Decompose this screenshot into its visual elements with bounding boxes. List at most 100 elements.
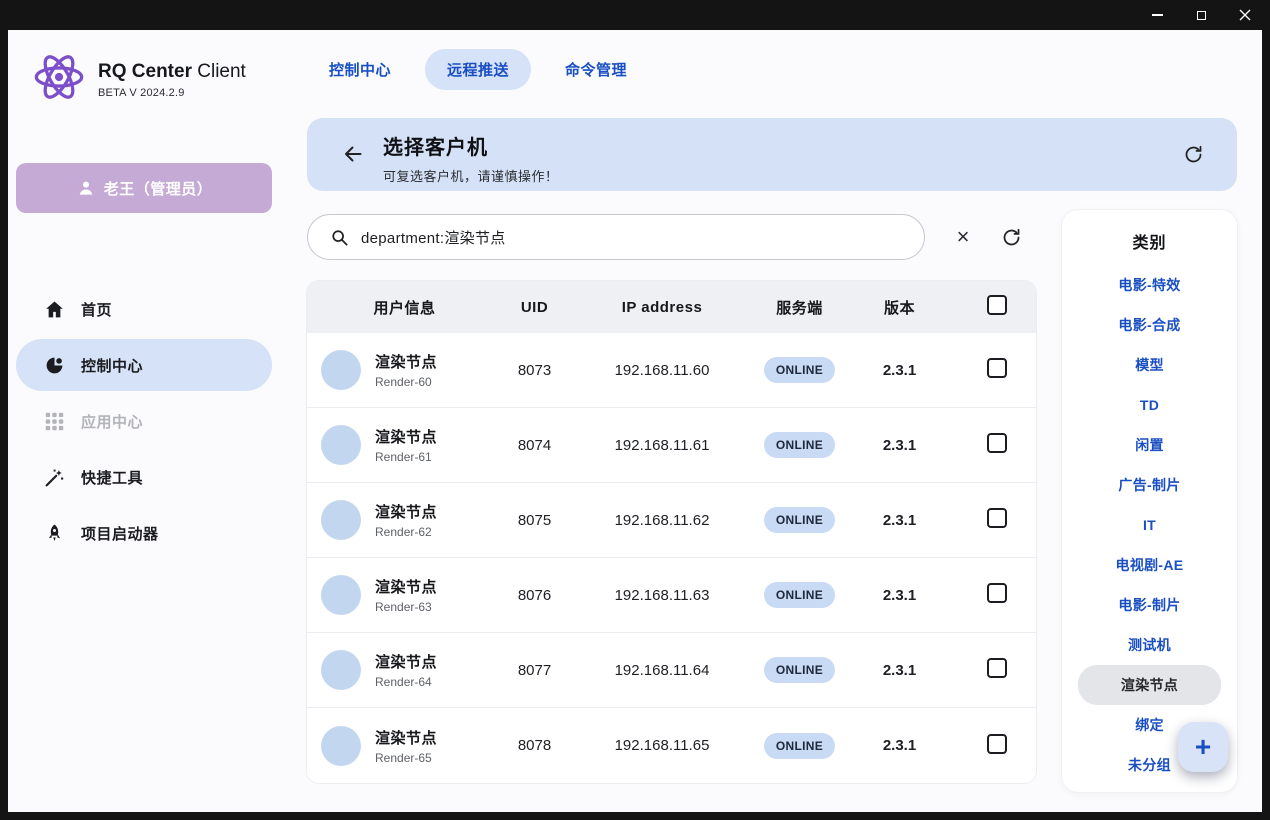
panel-header-text: 选择客户机 可复选客户机，请谨慎操作！: [383, 131, 559, 185]
category-item[interactable]: 广告-制片: [1078, 465, 1221, 505]
category-item[interactable]: 电视剧-AE: [1078, 545, 1221, 585]
category-item[interactable]: 电影-合成: [1078, 305, 1221, 345]
home-icon: [44, 299, 65, 320]
category-item[interactable]: 测试机: [1078, 625, 1221, 665]
add-category-button[interactable]: +: [1178, 722, 1228, 772]
sidebar-item-quick-tools[interactable]: 快捷工具: [16, 451, 272, 503]
user-info-cell: 渲染节点 Render-64: [307, 650, 502, 690]
status-cell: ONLINE: [757, 733, 842, 759]
minimize-icon: [1152, 14, 1163, 16]
top-tab[interactable]: 控制中心: [307, 49, 413, 90]
app-window: { "brand": { "name_bold": "RQ Center", "…: [0, 0, 1270, 820]
tab-label: 命令管理: [565, 62, 627, 79]
row-checkbox[interactable]: [987, 734, 1007, 754]
sidebar-item-project-launcher[interactable]: 项目启动器: [16, 507, 272, 559]
category-label: 测试机: [1128, 635, 1171, 655]
client-name: 渲染节点: [375, 727, 437, 748]
category-item[interactable]: IT: [1078, 505, 1221, 545]
client-version: 2.3.1: [842, 362, 957, 379]
avatar: [321, 726, 361, 766]
category-panel: 类别 电影-特效 电影-合成 模型 TD 闲置 广告-制片 IT 电视剧-AE …: [1062, 210, 1237, 792]
table-body: 渲染节点 Render-60 8073 192.168.11.60 ONLINE…: [307, 333, 1036, 783]
category-item[interactable]: 电影-特效: [1078, 265, 1221, 305]
category-item[interactable]: 闲置: [1078, 425, 1221, 465]
client-version: 2.3.1: [842, 587, 957, 604]
client-uid: 8078: [502, 737, 567, 754]
table-row: 渲染节点 Render-60 8073 192.168.11.60 ONLINE…: [307, 333, 1036, 408]
status-cell: ONLINE: [757, 357, 842, 383]
user-info-cell: 渲染节点 Render-63: [307, 575, 502, 615]
control-center-icon: [44, 355, 65, 376]
sidebar-item-control-center[interactable]: 控制中心: [16, 339, 272, 391]
app-version: BETA V 2024.2.9: [98, 87, 246, 99]
status-badge: ONLINE: [764, 733, 835, 759]
client-hostname: Render-63: [375, 600, 437, 614]
close-button[interactable]: [1223, 0, 1267, 30]
client-version: 2.3.1: [842, 437, 957, 454]
back-button[interactable]: [335, 136, 371, 172]
row-checkbox[interactable]: [987, 433, 1007, 453]
row-checkbox[interactable]: [987, 583, 1007, 603]
plus-icon: +: [1195, 731, 1211, 763]
current-user-badge[interactable]: 老王（管理员）: [16, 163, 272, 213]
minimize-button[interactable]: [1135, 0, 1179, 30]
header-refresh-button[interactable]: [1177, 138, 1209, 170]
user-name: 老王（管理员）: [104, 178, 213, 199]
top-tabs: 控制中心 远程推送 命令管理: [307, 49, 649, 89]
maximize-button[interactable]: [1179, 0, 1223, 30]
page-subtitle: 可复选客户机，请谨慎操作！: [383, 166, 559, 185]
select-cell: [957, 734, 1036, 758]
category-label: TD: [1140, 397, 1159, 413]
category-label: 渲染节点: [1121, 675, 1178, 695]
row-checkbox[interactable]: [987, 358, 1007, 378]
app-title-bold: RQ Center: [98, 61, 192, 82]
select-all-checkbox[interactable]: [987, 295, 1007, 315]
clear-icon: ×: [957, 224, 970, 250]
app-title: RQ Center Client: [98, 61, 246, 83]
select-cell: [957, 358, 1036, 382]
client-table: 用户信息 UID IP address 服务端 版本 渲染节点 Render-6…: [307, 281, 1036, 783]
search-icon: [330, 228, 349, 247]
client-ip: 192.168.11.60: [567, 362, 757, 379]
category-item[interactable]: 模型: [1078, 345, 1221, 385]
client-uid: 8075: [502, 512, 567, 529]
top-tab[interactable]: 远程推送: [425, 49, 531, 90]
search-input[interactable]: [361, 229, 881, 246]
client-uid: 8077: [502, 662, 567, 679]
sidebar-item-label: 控制中心: [81, 355, 143, 376]
column-header-select: [957, 295, 1036, 319]
category-label: 电影-特效: [1118, 275, 1180, 295]
client-uid: 8074: [502, 437, 567, 454]
category-item[interactable]: 渲染节点: [1078, 665, 1221, 705]
sidebar-item-app-center[interactable]: 应用中心: [16, 395, 272, 447]
category-panel-title: 类别: [1062, 226, 1237, 256]
row-checkbox[interactable]: [987, 658, 1007, 678]
row-checkbox[interactable]: [987, 508, 1007, 528]
category-label: 绑定: [1135, 715, 1164, 735]
category-label: 模型: [1135, 355, 1164, 375]
category-label: 闲置: [1135, 435, 1164, 455]
select-cell: [957, 658, 1036, 682]
category-item[interactable]: 电影-制片: [1078, 585, 1221, 625]
client-ip: 192.168.11.65: [567, 737, 757, 754]
category-item[interactable]: TD: [1078, 385, 1221, 425]
user-text: 渲染节点 Render-60: [375, 351, 437, 389]
status-cell: ONLINE: [757, 657, 842, 683]
client-hostname: Render-60: [375, 375, 437, 389]
app-title-light: Client: [197, 61, 246, 82]
search-refresh-button[interactable]: [995, 221, 1027, 253]
search-clear-button[interactable]: ×: [947, 221, 979, 253]
status-cell: ONLINE: [757, 582, 842, 608]
titlebar: [0, 0, 1270, 30]
app-surface: RQ Center Client BETA V 2024.2.9 老王（管理员）…: [8, 30, 1262, 812]
avatar: [321, 425, 361, 465]
status-badge: ONLINE: [764, 432, 835, 458]
avatar: [321, 575, 361, 615]
user-text: 渲染节点 Render-62: [375, 501, 437, 539]
top-tab[interactable]: 命令管理: [543, 49, 649, 90]
column-header-server: 服务端: [757, 297, 842, 318]
brand: RQ Center Client BETA V 2024.2.9: [30, 48, 246, 106]
sidebar-item-label: 首页: [81, 299, 112, 320]
client-hostname: Render-65: [375, 751, 437, 765]
sidebar-item-home[interactable]: 首页: [16, 283, 272, 335]
